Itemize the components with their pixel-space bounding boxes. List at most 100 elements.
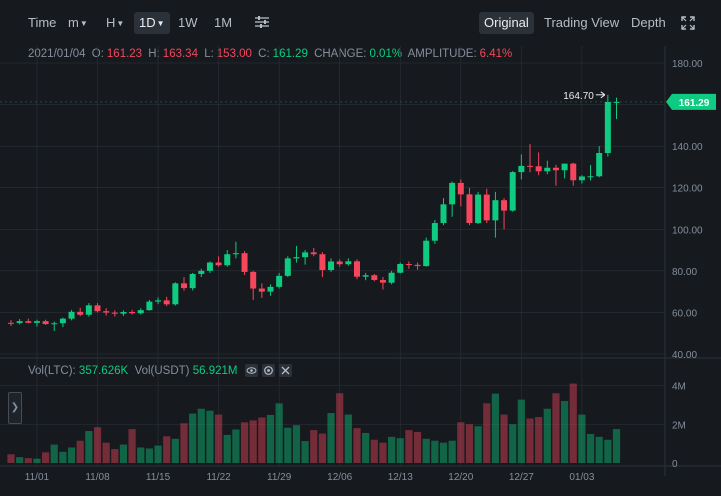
chevron-right-icon: ❯ xyxy=(10,402,20,413)
volume-axis: 4M 2M 0 xyxy=(672,382,686,471)
candle-body xyxy=(397,263,404,273)
candle-body xyxy=(59,318,66,324)
candle-body xyxy=(137,310,144,314)
candle-body xyxy=(578,176,585,181)
volume-bar xyxy=(223,434,231,463)
volume-bar xyxy=(500,414,508,463)
volume-bar xyxy=(491,393,499,463)
candle-body xyxy=(310,252,317,255)
close-icon[interactable] xyxy=(279,364,293,377)
candle-body xyxy=(449,182,456,205)
volume-bar xyxy=(353,428,361,463)
volume-bar xyxy=(137,447,145,463)
time-tick-label: 11/22 xyxy=(206,472,231,483)
candle-body xyxy=(423,240,430,267)
settings-icon[interactable] xyxy=(262,364,276,377)
candle-body xyxy=(181,283,187,289)
time-tick-label: 11/01 xyxy=(25,472,50,483)
candle-body xyxy=(241,253,248,272)
time-tick-label: 11/08 xyxy=(85,472,110,483)
eye-icon[interactable] xyxy=(245,364,259,377)
candle-body xyxy=(284,258,291,276)
candle-body xyxy=(596,153,603,177)
candle-body xyxy=(302,252,309,258)
volume-bar xyxy=(457,422,465,463)
volume-bar xyxy=(604,439,612,463)
time-tick-label: 01/03 xyxy=(569,472,594,483)
candle-body xyxy=(431,223,438,241)
candle-body xyxy=(267,286,274,292)
candle-body xyxy=(466,194,473,224)
volume-bar xyxy=(111,449,119,463)
candle-body xyxy=(206,262,213,271)
volume-bar xyxy=(405,430,413,463)
candle-body xyxy=(103,311,110,313)
candle-body xyxy=(85,305,92,315)
time-tick-label: 12/20 xyxy=(448,472,473,483)
candle-body xyxy=(414,264,421,267)
candle-body xyxy=(475,194,482,224)
high-price-marker: 164.70 xyxy=(563,91,594,102)
candle-body xyxy=(155,300,162,302)
candle-body xyxy=(544,167,551,172)
volume-bar xyxy=(266,414,275,463)
volume-bar xyxy=(318,433,326,463)
candle-body xyxy=(120,312,127,314)
volume-bar xyxy=(128,429,136,463)
candle-body xyxy=(232,253,239,255)
volume-bar xyxy=(431,440,439,463)
expand-panel-button[interactable]: ❯ xyxy=(8,392,22,424)
candle-body xyxy=(509,172,516,211)
volume-bar xyxy=(301,441,309,463)
volume-bar xyxy=(336,393,344,463)
volume-bar xyxy=(180,423,188,463)
candle-body xyxy=(172,283,179,305)
vol-usdt-label: Vol(USDT) xyxy=(134,364,190,377)
volume-bar xyxy=(561,401,569,463)
candle-body xyxy=(25,321,32,323)
price-tick-label: 100.00 xyxy=(672,225,703,236)
candle-body xyxy=(570,163,577,181)
candle-body xyxy=(336,261,343,265)
volume-bar xyxy=(509,424,517,463)
volume-bar xyxy=(439,442,448,463)
volume-bar xyxy=(612,429,621,463)
volume-bar xyxy=(33,458,41,463)
candle-body xyxy=(483,194,490,221)
candle-body xyxy=(276,275,283,287)
volume-tick-label: 2M xyxy=(672,420,686,431)
volume-bar xyxy=(344,414,352,463)
volume-bar xyxy=(569,383,577,463)
candle-body xyxy=(42,321,49,325)
volume-bar xyxy=(396,438,404,463)
volume-bar xyxy=(543,408,551,463)
candle-body xyxy=(319,254,326,271)
candle-body xyxy=(362,275,369,277)
volume-bar xyxy=(284,427,292,463)
candle-body xyxy=(561,163,568,171)
volume-bar xyxy=(102,442,110,463)
candle-body xyxy=(250,271,257,289)
time-tick-label: 12/13 xyxy=(388,472,413,483)
candle-body xyxy=(68,311,75,319)
candle-body xyxy=(604,102,611,154)
volume-bar xyxy=(379,442,387,463)
volume-bar xyxy=(42,452,50,463)
vol-ltc-value: 357.626K xyxy=(78,364,129,377)
volume-bar xyxy=(517,399,525,463)
volume-bar xyxy=(154,445,162,463)
candle-body xyxy=(16,321,23,324)
candle-body xyxy=(258,288,265,292)
candlesticks xyxy=(8,94,620,331)
candle-body xyxy=(51,323,58,325)
volume-bar xyxy=(595,436,603,463)
volume-bar xyxy=(249,420,257,463)
candle-body xyxy=(501,200,508,211)
price-tick-label: 40.00 xyxy=(672,350,697,361)
volume-bar xyxy=(215,414,223,463)
price-chart[interactable]: 180.00160.00140.00120.00100.0080.0060.00… xyxy=(0,0,721,496)
volume-bars xyxy=(7,383,621,463)
volume-bar xyxy=(197,408,205,463)
candle-body xyxy=(215,262,222,266)
volume-tick-label: 4M xyxy=(672,382,686,393)
